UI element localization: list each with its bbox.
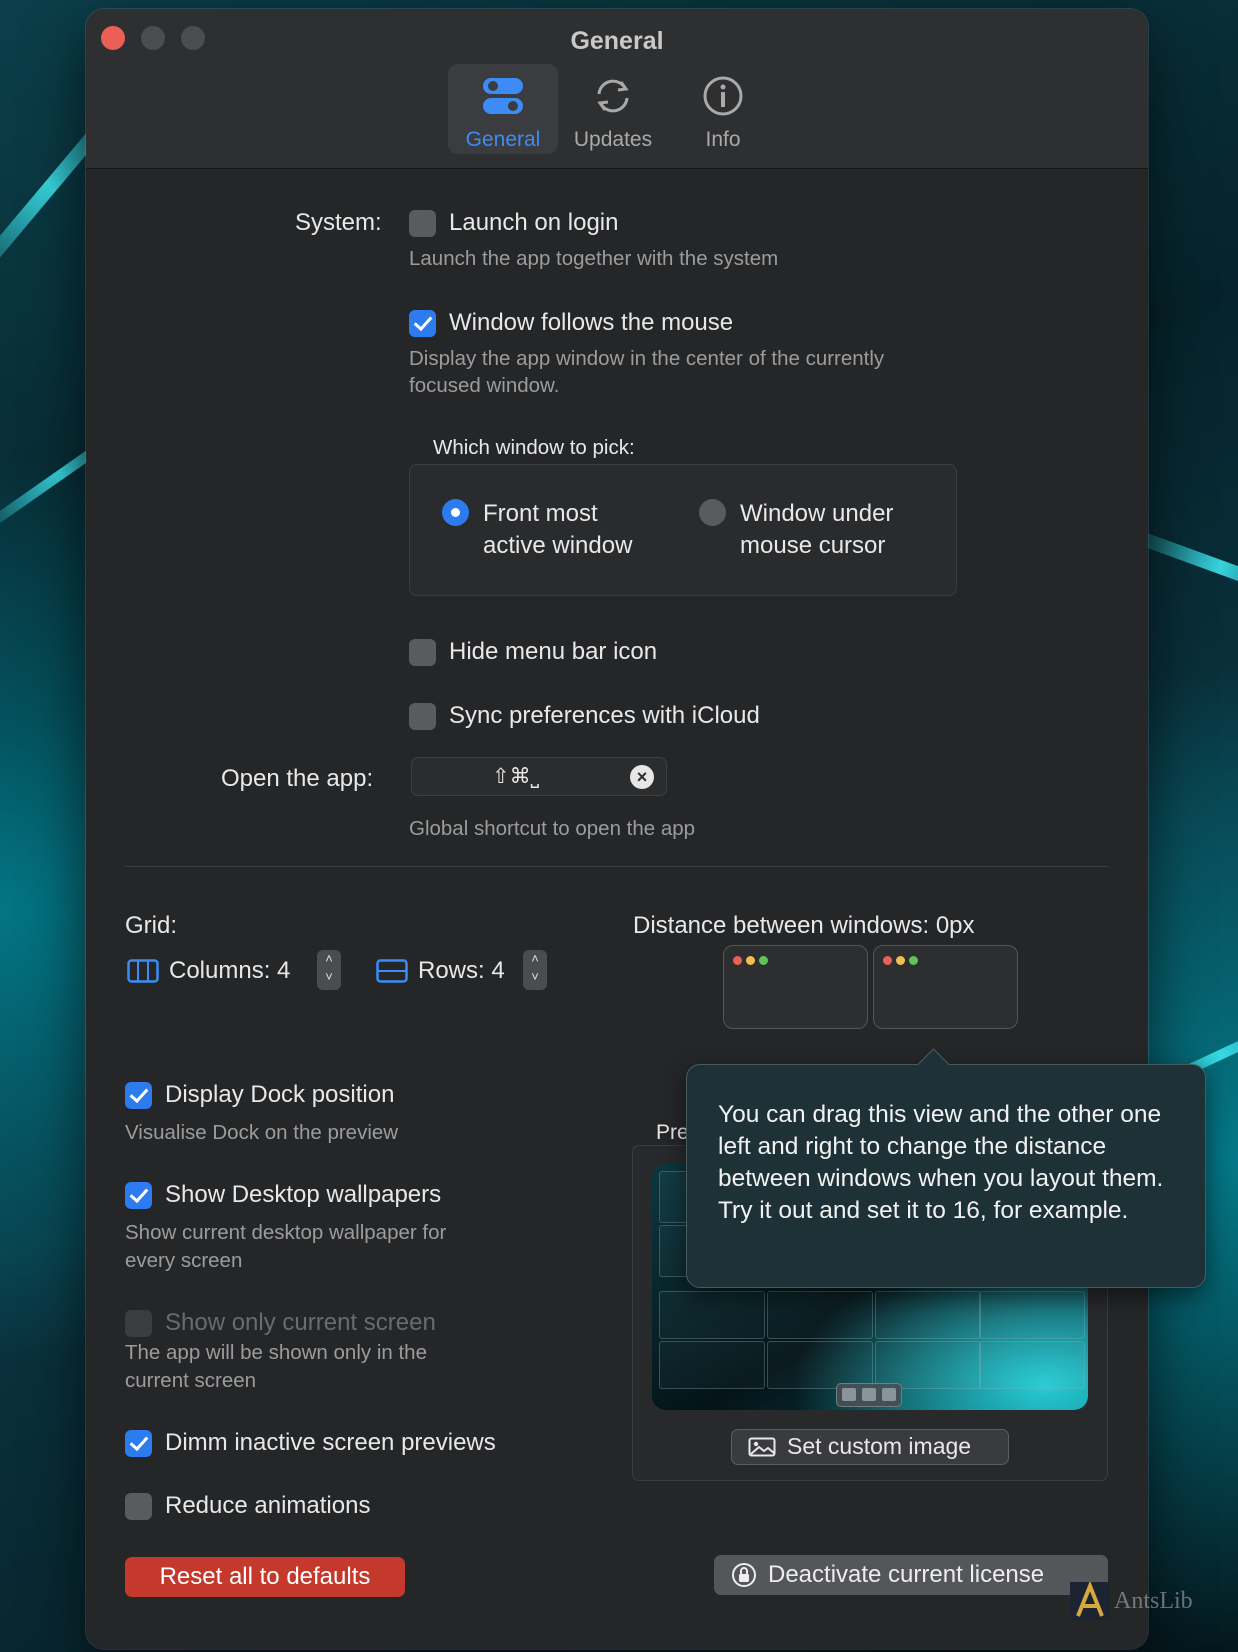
window-follows-mouse-label[interactable]: Window follows the mouse	[449, 309, 733, 337]
rows-label: Rows: 4	[418, 957, 505, 984]
tab-info[interactable]: Info	[668, 64, 778, 154]
sync-icloud-label[interactable]: Sync preferences with iCloud	[449, 702, 760, 730]
launch-on-login-label[interactable]: Launch on login	[449, 209, 618, 237]
tab-updates[interactable]: Updates	[558, 64, 668, 154]
shortcut-recorder[interactable]: ⇧⌘⎵ ×	[411, 757, 667, 796]
refresh-icon	[597, 79, 629, 113]
grid-label: Grid:	[125, 912, 178, 939]
open-app-description: Global shortcut to open the app	[409, 817, 696, 840]
which-window-title: Which window to pick:	[433, 436, 635, 459]
show-wallpapers-label[interactable]: Show Desktop wallpapers	[165, 1181, 441, 1209]
columns-stepper[interactable]: ˄ ˅	[317, 950, 341, 990]
deactivate-license-button[interactable]: Deactivate current license	[714, 1555, 1108, 1595]
rows-stepper[interactable]: ˄ ˅	[523, 950, 547, 990]
title-bar: General General Updates Info	[86, 9, 1148, 169]
under-cursor-radio[interactable]	[699, 499, 726, 526]
window-follows-mouse-description-line1: Display the app window in the center of …	[409, 347, 885, 370]
only-current-screen-description-line1: The app will be shown only in the	[125, 1341, 427, 1364]
section-divider	[125, 866, 1109, 867]
reset-defaults-button[interactable]: Reset all to defaults	[125, 1557, 405, 1597]
open-app-label: Open the app:	[221, 765, 374, 792]
info-icon	[703, 76, 743, 116]
hide-menu-bar-icon-checkbox[interactable]	[409, 639, 436, 666]
dock-indicator	[836, 1383, 902, 1407]
columns-icon	[127, 959, 159, 983]
tab-updates-label: Updates	[573, 128, 653, 151]
clear-shortcut-icon[interactable]: ×	[630, 765, 654, 789]
deactivate-license-label: Deactivate current license	[768, 1561, 1045, 1588]
show-wallpapers-description-line1: Show current desktop wallpaper for	[125, 1221, 447, 1244]
front-most-line2: active window	[483, 532, 633, 559]
preview-label: Pre	[656, 1121, 689, 1144]
which-window-group: Front most active window Window under mo…	[409, 464, 957, 596]
set-custom-image-label: Set custom image	[787, 1433, 972, 1459]
distance-window-right[interactable]	[873, 945, 1018, 1029]
display-dock-label[interactable]: Display Dock position	[165, 1081, 394, 1109]
toggles-icon	[483, 78, 523, 114]
front-most-radio[interactable]	[442, 499, 469, 526]
columns-label: Columns: 4	[169, 957, 291, 984]
show-wallpapers-description-line2: every screen	[125, 1249, 243, 1272]
tooltip-text: You can drag this view and the other one…	[718, 1101, 1164, 1224]
distance-window-left[interactable]	[723, 945, 868, 1029]
front-most-label[interactable]: Front most active window	[483, 498, 632, 562]
window-title: General	[570, 27, 664, 55]
front-most-line1: Front most	[483, 500, 598, 527]
reduce-animations-label[interactable]: Reduce animations	[165, 1492, 370, 1520]
dimm-inactive-label[interactable]: Dimm inactive screen previews	[165, 1429, 496, 1457]
tab-bar: General Updates Info	[448, 64, 778, 154]
sync-icloud-checkbox[interactable]	[409, 703, 436, 730]
preferences-window: General General Updates Info System: Lau…	[86, 9, 1148, 1649]
system-label: System:	[295, 209, 382, 236]
under-cursor-line2: mouse cursor	[740, 532, 886, 559]
watermark-logo: AntsLib	[1070, 1582, 1230, 1622]
only-current-screen-description-line2: current screen	[125, 1369, 257, 1392]
rows-icon	[376, 959, 408, 983]
distance-label: Distance between windows: 0px	[633, 912, 975, 939]
display-dock-checkbox[interactable]	[125, 1082, 152, 1109]
hide-menu-bar-icon-label[interactable]: Hide menu bar icon	[449, 638, 657, 666]
tab-general-label: General	[465, 128, 541, 151]
lock-refresh-icon	[732, 1563, 756, 1587]
set-custom-image-button[interactable]: Set custom image	[731, 1429, 1009, 1465]
only-current-screen-checkbox[interactable]	[125, 1310, 152, 1337]
watermark-text: AntsLib	[1114, 1588, 1193, 1614]
distance-tooltip: You can drag this view and the other one…	[686, 1048, 1206, 1288]
window-follows-mouse-description-line2: focused window.	[409, 374, 560, 397]
window-follows-mouse-checkbox[interactable]	[409, 310, 436, 337]
under-cursor-label[interactable]: Window under mouse cursor	[740, 498, 893, 562]
tab-info-label: Info	[705, 128, 741, 151]
show-wallpapers-checkbox[interactable]	[125, 1182, 152, 1209]
image-icon	[748, 1437, 776, 1457]
reduce-animations-checkbox[interactable]	[125, 1493, 152, 1520]
only-current-screen-label[interactable]: Show only current screen	[165, 1309, 436, 1337]
launch-on-login-description: Launch the app together with the system	[409, 247, 779, 270]
display-dock-description: Visualise Dock on the preview	[125, 1121, 399, 1144]
under-cursor-line1: Window under	[740, 500, 894, 527]
tab-general[interactable]: General	[448, 64, 558, 154]
shortcut-value: ⇧⌘⎵	[492, 764, 539, 788]
launch-on-login-checkbox[interactable]	[409, 210, 436, 237]
dimm-inactive-checkbox[interactable]	[125, 1430, 152, 1457]
